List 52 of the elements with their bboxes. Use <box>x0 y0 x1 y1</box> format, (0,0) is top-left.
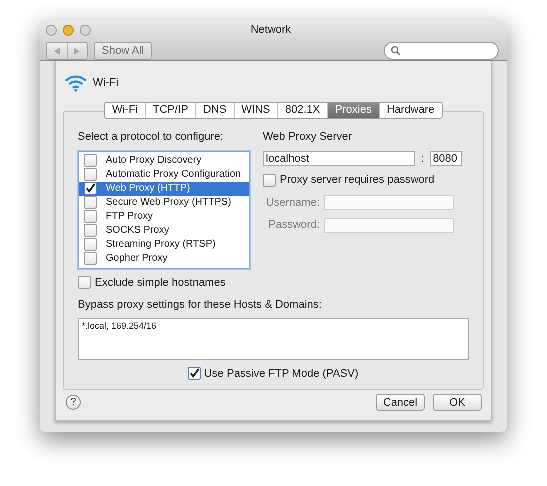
field-label: Password: <box>268 218 321 233</box>
checkbox[interactable] <box>84 210 97 223</box>
forward-arrow-icon[interactable] <box>74 48 80 54</box>
protocol-item[interactable]: Web Proxy (HTTP) <box>79 182 249 196</box>
tab[interactable]: Wi-Fi <box>105 103 145 118</box>
tab[interactable]: TCP/IP <box>144 103 196 118</box>
protocol-item[interactable]: Streaming Proxy (RTSP) <box>79 238 249 252</box>
dialog-button[interactable]: Cancel <box>376 394 425 411</box>
bypass-field[interactable]: *.local, 169.254/16 <box>78 318 469 360</box>
tab[interactable]: DNS <box>195 103 234 118</box>
minimize-icon[interactable] <box>63 24 74 36</box>
protocol-item[interactable]: SOCKS Proxy <box>79 224 249 238</box>
back-arrow-icon[interactable] <box>54 48 60 54</box>
window-title: Network <box>250 22 292 38</box>
bypass-label: Bypass proxy settings for these Hosts & Domains: <box>78 298 323 313</box>
dialog-button[interactable]: OK <box>433 394 482 411</box>
field-label: Username: <box>265 196 321 210</box>
port-field[interactable]: 8080 <box>430 151 462 166</box>
checkbox[interactable] <box>84 168 97 181</box>
checkbox[interactable] <box>84 196 97 209</box>
checkbox[interactable] <box>84 154 97 167</box>
protocol-item[interactable]: Gopher Proxy <box>79 252 249 266</box>
checkbox[interactable] <box>84 238 97 251</box>
checkbox-label: Use Passive FTP Mode (PASV) <box>204 366 359 382</box>
checkbox[interactable] <box>263 174 276 187</box>
host-field[interactable]: localhost <box>263 151 415 166</box>
help-icon[interactable]: ? <box>66 395 81 410</box>
tab[interactable]: Hardware <box>378 103 442 118</box>
protocol-item[interactable]: Secure Web Proxy (HTTPS) <box>79 196 249 210</box>
protocol-item[interactable]: Automatic Proxy Configuration <box>79 168 249 182</box>
port-separator: : <box>421 152 424 166</box>
search-icon <box>391 46 401 56</box>
checkbox[interactable] <box>84 224 97 237</box>
wifi-icon <box>65 75 87 92</box>
show-all-button[interactable]: Show All <box>94 42 152 60</box>
zoom-icon[interactable] <box>80 24 91 36</box>
checkbox[interactable] <box>188 367 202 380</box>
server-heading: Web Proxy Server <box>263 130 354 145</box>
service-name: Wi-Fi <box>93 76 119 92</box>
checkbox-label: Exclude simple hostnames <box>95 276 226 290</box>
tab[interactable]: Proxies <box>327 103 379 118</box>
checkbox[interactable] <box>84 182 97 195</box>
protocol-item[interactable]: Auto Proxy Discovery <box>79 154 249 168</box>
checkbox[interactable] <box>78 276 91 290</box>
back-forward-control[interactable] <box>46 42 88 60</box>
search-field[interactable] <box>384 42 499 60</box>
protocol-heading: Select a protocol to configure: <box>78 130 225 145</box>
checkbox-label: Proxy server requires password <box>280 173 435 188</box>
checkbox[interactable] <box>84 252 97 265</box>
protocol-item[interactable]: FTP Proxy <box>79 210 249 224</box>
close-icon[interactable] <box>46 24 57 36</box>
tab[interactable]: WINS <box>234 103 278 118</box>
